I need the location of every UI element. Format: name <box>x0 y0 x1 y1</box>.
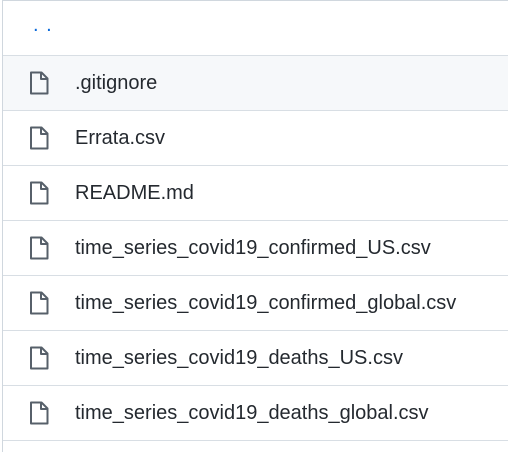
file-row-confirmed-global[interactable]: time_series_covid19_confirmed_global.csv <box>3 276 508 331</box>
file-icon <box>3 401 75 425</box>
file-name-link[interactable]: time_series_covid19_confirmed_global.csv <box>75 292 456 315</box>
file-row-deaths-global[interactable]: time_series_covid19_deaths_global.csv <box>3 386 508 441</box>
file-name-link[interactable]: .gitignore <box>75 72 157 95</box>
parent-directory-row[interactable]: . . <box>3 1 508 56</box>
file-name-link[interactable]: time_series_covid19_deaths_global.csv <box>75 402 429 425</box>
file-list: . . .gitignore Errata.csv README.md time… <box>2 0 508 452</box>
file-name-link[interactable]: time_series_covid19_confirmed_US.csv <box>75 237 431 260</box>
file-name-link[interactable]: Errata.csv <box>75 127 165 150</box>
parent-directory-link[interactable]: . . <box>3 14 53 37</box>
file-icon <box>3 181 75 205</box>
file-row-confirmed-us[interactable]: time_series_covid19_confirmed_US.csv <box>3 221 508 276</box>
file-icon <box>3 236 75 260</box>
file-row-readme[interactable]: README.md <box>3 166 508 221</box>
file-row-cutoff <box>3 441 508 461</box>
file-icon <box>3 126 75 150</box>
file-icon <box>3 346 75 370</box>
file-row-gitignore[interactable]: .gitignore <box>3 56 508 111</box>
file-row-errata[interactable]: Errata.csv <box>3 111 508 166</box>
file-icon <box>3 71 75 95</box>
file-row-deaths-us[interactable]: time_series_covid19_deaths_US.csv <box>3 331 508 386</box>
file-icon <box>3 291 75 315</box>
file-name-link[interactable]: README.md <box>75 182 194 205</box>
file-name-link[interactable]: time_series_covid19_deaths_US.csv <box>75 347 403 370</box>
